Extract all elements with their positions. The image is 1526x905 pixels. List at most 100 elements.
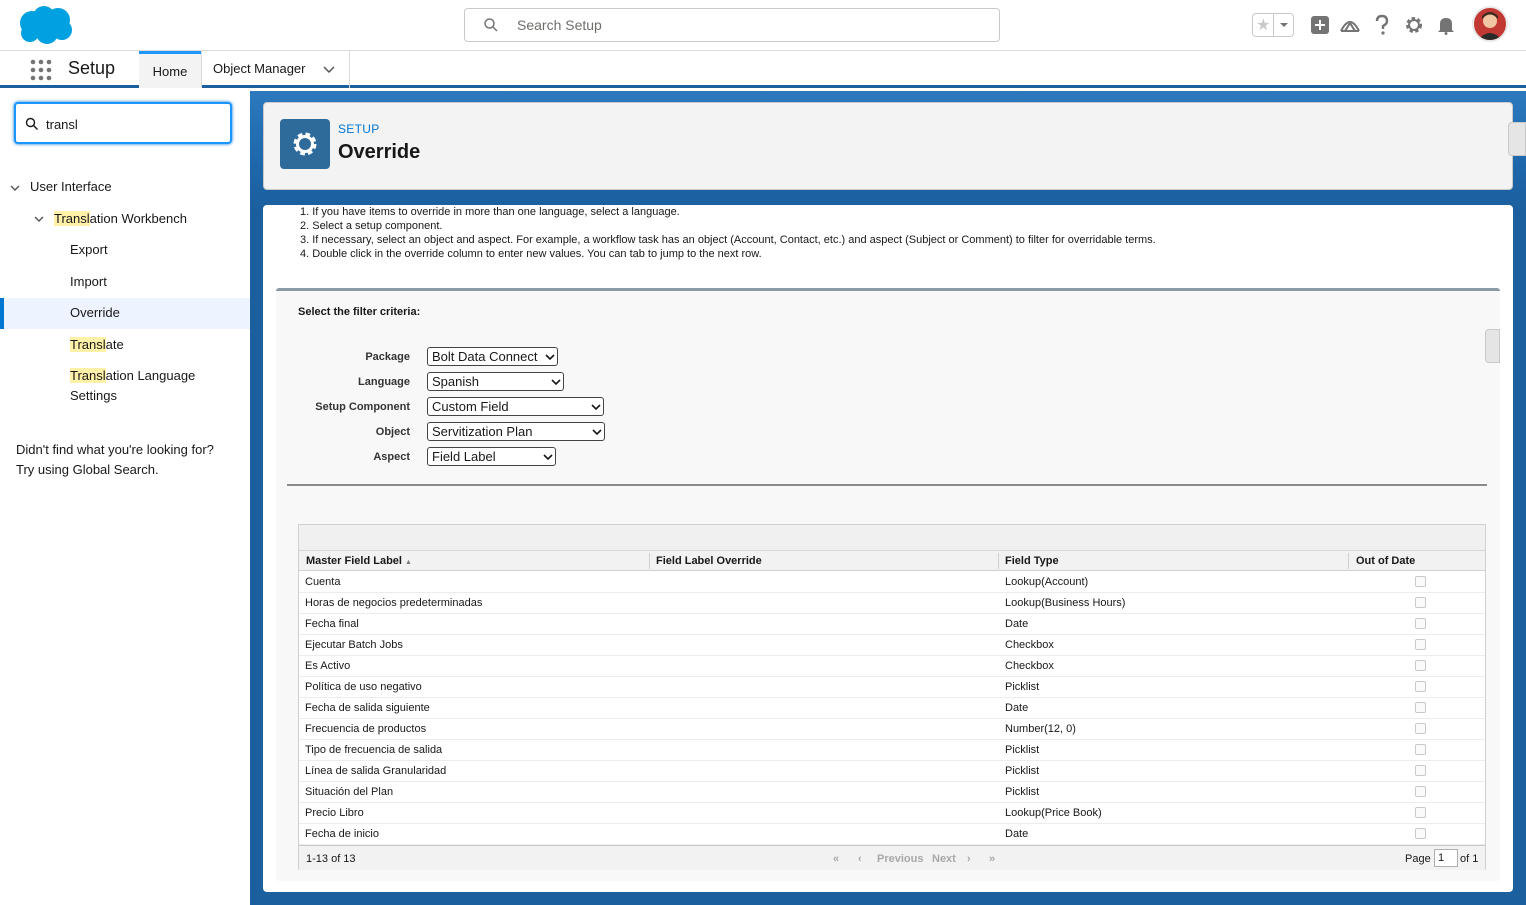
tree-item-user-interface[interactable]: User Interface [30,177,112,197]
tree-item-export[interactable]: Export [70,240,108,260]
out-of-date-checkbox[interactable] [1415,828,1426,839]
out-of-date-checkbox[interactable] [1415,744,1426,755]
setup-sidebar: User Interface Translation Workbench Exp… [0,91,250,905]
cell-master-field-label: Horas de negocios predeterminadas [305,597,483,609]
favorites-dropdown-button[interactable] [1274,14,1293,36]
tree-item-import[interactable]: Import [70,272,107,292]
gear-icon [280,119,330,169]
cell-master-field-label: Política de uso negativo [305,681,422,693]
bell-icon[interactable] [1435,14,1457,36]
collapse-panel-handle[interactable] [1508,122,1526,156]
tree-item-label: ation Workbench [89,211,187,226]
quick-find-box[interactable] [14,102,232,144]
trailhead-icon[interactable] [1339,14,1361,36]
setup-search-input[interactable] [517,15,977,35]
tree-item-override[interactable]: Override [70,303,120,323]
star-icon[interactable]: ★ [1253,14,1275,36]
out-of-date-checkbox[interactable] [1415,765,1426,776]
out-of-date-checkbox[interactable] [1415,597,1426,608]
prev-page-icon[interactable]: ‹ [858,853,862,865]
context-nav-bar: Setup Home Object Manager [0,51,1526,88]
column-divider [998,553,999,569]
out-of-date-checkbox[interactable] [1415,681,1426,692]
table-row[interactable]: Es Activo Checkbox [299,656,1485,677]
collapse-panel-handle[interactable] [1485,329,1500,363]
out-of-date-checkbox[interactable] [1415,807,1426,818]
object-select[interactable]: Servitization Plan [427,422,605,441]
aspect-select[interactable]: Field Label [427,447,556,466]
tree-item-translate[interactable]: Translate [70,335,124,355]
col-header-field-type[interactable]: Field Type [1005,555,1059,567]
setup-component-select[interactable]: Custom Field [427,397,604,416]
chevron-down-icon[interactable] [9,182,21,194]
out-of-date-checkbox[interactable] [1415,660,1426,671]
instruction-line: 3. If necessary, select an object and as… [300,234,1156,246]
cell-field-type: Lookup(Account) [1005,576,1089,588]
tree-item-label: ation Language [105,368,196,383]
out-of-date-checkbox[interactable] [1415,723,1426,734]
table-row[interactable]: Precio Libro Lookup(Price Book) [299,803,1485,824]
out-of-date-checkbox[interactable] [1415,618,1426,629]
setup-search-box[interactable] [464,8,1000,42]
table-row[interactable]: Fecha de salida siguiente Date [299,698,1485,719]
gear-icon[interactable] [1403,14,1425,36]
help-icon[interactable] [1371,14,1393,36]
previous-button[interactable]: Previous [877,853,923,865]
aspect-label: Aspect [373,451,410,463]
table-row[interactable]: Fecha final Date [299,614,1485,635]
quick-find-input[interactable] [46,114,216,134]
page-title: Override [338,141,421,163]
search-highlight: Transl [70,368,106,383]
table-row[interactable]: Línea de salida Granularidad Picklist [299,761,1485,782]
tab-object-manager[interactable]: Object Manager [213,61,306,76]
package-select[interactable]: Bolt Data Connect [427,347,558,366]
table-row[interactable]: Frecuencia de productos Number(12, 0) [299,719,1485,740]
col-header-out-of-date[interactable]: Out of Date [1356,555,1415,567]
first-page-icon[interactable]: « [833,853,839,865]
select-value: Bolt Data Connect [432,349,538,364]
filter-panel: Select the filter criteria: Package Bolt… [276,288,1500,881]
out-of-date-checkbox[interactable] [1415,702,1426,713]
table-row[interactable]: Cuenta Lookup(Account) [299,572,1485,593]
page-eyebrow: SETUP [338,122,380,136]
nav-divider [349,51,350,88]
salesforce-cloud-logo[interactable] [16,5,74,45]
not-found-message: Didn't find what you're looking for? Try… [16,440,241,480]
add-icon[interactable] [1309,14,1331,36]
tab-home[interactable]: Home [139,51,201,88]
table-row[interactable]: Tipo de frecuencia de salida Picklist [299,740,1485,761]
out-of-date-checkbox[interactable] [1415,639,1426,650]
override-grid: Master Field Label ▲ Field Label Overrid… [298,524,1486,870]
out-of-date-checkbox[interactable] [1415,576,1426,587]
out-of-date-checkbox[interactable] [1415,786,1426,797]
avatar[interactable] [1472,6,1508,42]
cell-field-type: Checkbox [1005,639,1054,651]
col-header-field-label-override[interactable]: Field Label Override [656,555,762,567]
cell-field-type: Picklist [1005,765,1040,777]
page-label: Page [1405,853,1431,865]
cell-master-field-label: Ejecutar Batch Jobs [305,639,403,651]
next-page-icon[interactable]: › [967,853,971,865]
table-row[interactable]: Horas de negocios predeterminadas Lookup(… [299,593,1485,614]
page-number-input[interactable]: 1 [1434,849,1458,867]
app-launcher-icon[interactable] [30,59,52,81]
favorites-group: ★ [1252,13,1294,37]
search-highlight: Transl [54,211,90,226]
table-row[interactable]: Política de uso negativo Picklist [299,677,1485,698]
tree-item-label: ate [105,337,124,352]
table-row[interactable]: Ejecutar Batch Jobs Checkbox [299,635,1485,656]
language-select[interactable]: Spanish [427,372,564,391]
table-row[interactable]: Situación del Plan Picklist [299,782,1485,803]
table-row[interactable]: Fecha de inicio Date [299,824,1485,845]
cell-master-field-label: Precio Libro [305,807,364,819]
chevron-down-icon[interactable] [322,63,336,77]
col-header-master-field-label[interactable]: Master Field Label ▲ [306,555,412,567]
next-button[interactable]: Next [932,853,956,865]
record-count: 1-13 of 13 [306,853,356,865]
last-page-icon[interactable]: » [989,853,995,865]
cell-master-field-label: Fecha de inicio [305,828,379,840]
cell-field-type: Picklist [1005,681,1040,693]
chevron-down-icon[interactable] [33,213,45,225]
tree-item-translation-workbench[interactable]: Translation Workbench [54,209,187,229]
tree-item-translation-language-settings[interactable]: Translation Language Settings [70,366,240,406]
